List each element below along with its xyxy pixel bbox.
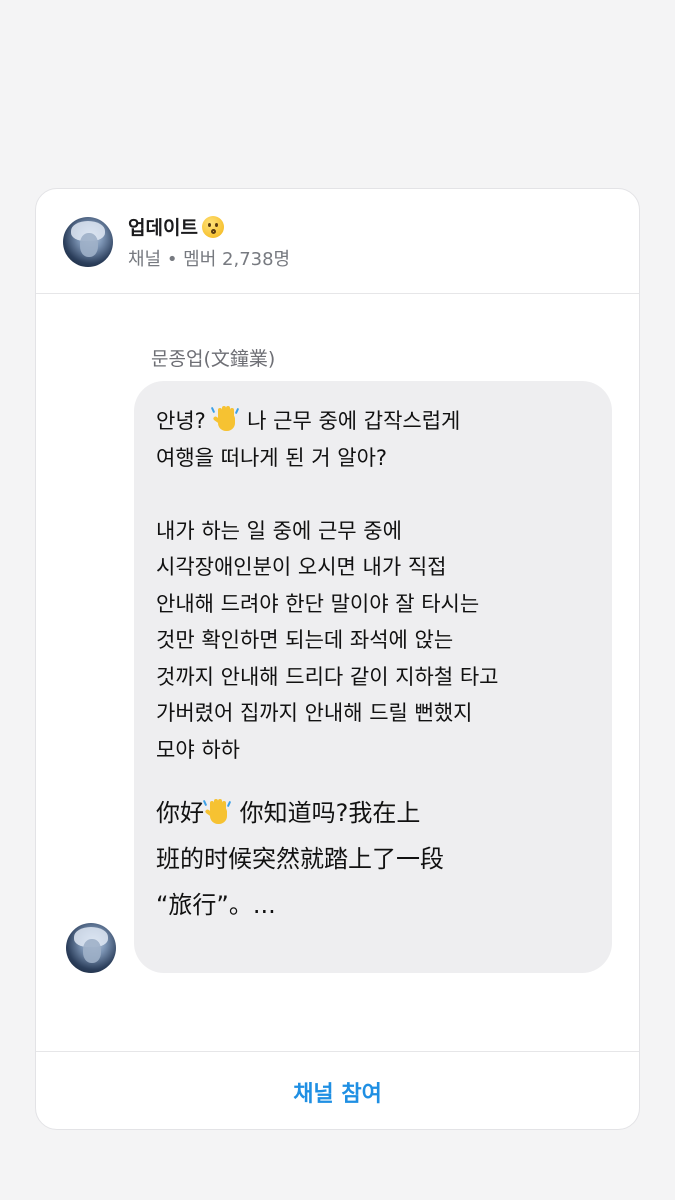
card-footer: 채널 참여 — [36, 1051, 639, 1129]
channel-title-text: 업데이트 — [128, 217, 198, 239]
kissing-face-icon — [201, 215, 224, 238]
join-channel-button[interactable]: 채널 참여 — [36, 1052, 639, 1129]
message-chinese-text: 你好 你知道吗?我在上 班的时候突然就踏上了一段 “旅行”。... — [156, 798, 444, 919]
message-korean-text: 안녕? 나 근무 중에 갑작스럽게 여행을 떠나게 된 거 알아? 내가 하는 … — [156, 403, 590, 768]
message-bubble: 안녕? 나 근무 중에 갑작스럽게 여행을 떠나게 된 거 알아? 내가 하는 … — [134, 381, 612, 973]
channel-title: 업데이트 — [128, 213, 224, 240]
channel-preview-card: 업데이트 채널 • 멤버 2,738명 문종업(文鐘業) 안녕? 나 근무 중에… — [35, 188, 640, 1130]
sender-avatar[interactable] — [66, 923, 116, 973]
sender-name: 문종업(文鐘業) — [151, 348, 276, 370]
channel-member-count: 채널 • 멤버 2,738명 — [128, 249, 291, 270]
waving-hand-icon — [211, 405, 240, 433]
waving-hand-icon — [202, 798, 232, 826]
channel-header: 업데이트 채널 • 멤버 2,738명 — [36, 189, 639, 294]
channel-avatar — [63, 217, 113, 267]
